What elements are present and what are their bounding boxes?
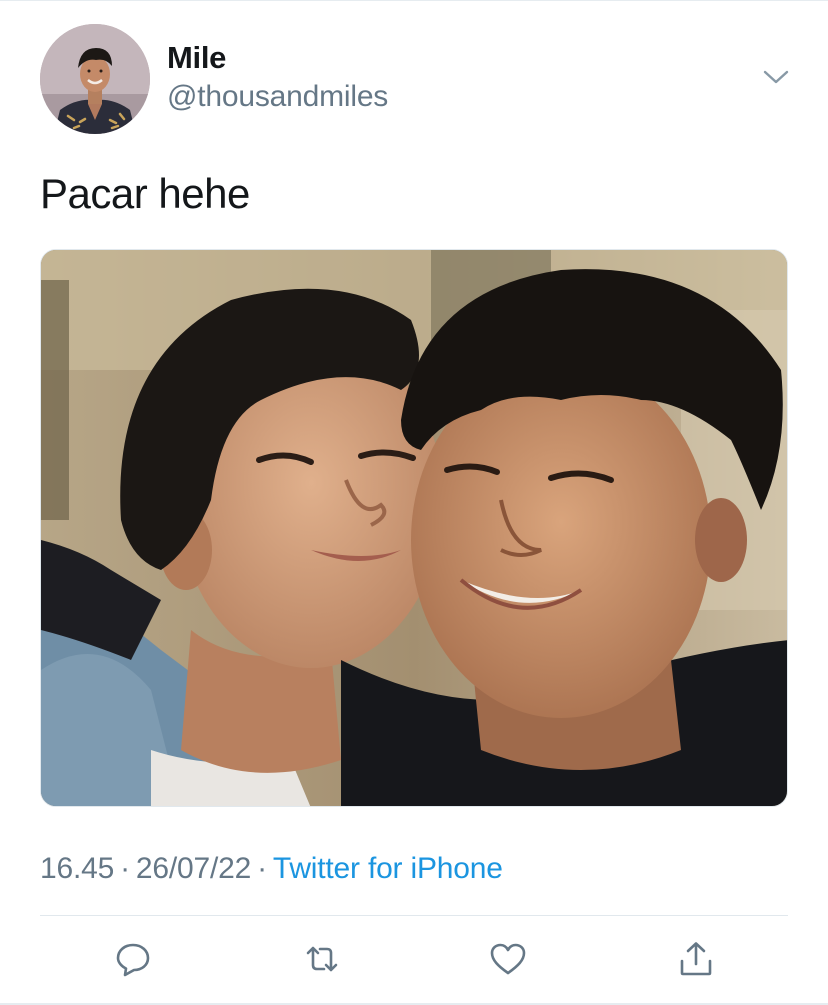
share-icon[interactable] bbox=[676, 939, 716, 979]
tweet-text: Pacar hehe bbox=[40, 170, 250, 217]
tweet-date: 26/07/22 bbox=[135, 852, 252, 885]
author-handle[interactable]: @thousandmiles bbox=[167, 80, 388, 114]
author-display-name[interactable]: Mile bbox=[167, 40, 226, 76]
tweet-actions-bar bbox=[0, 933, 828, 985]
chevron-down-icon[interactable] bbox=[762, 66, 790, 88]
like-icon[interactable] bbox=[488, 939, 528, 979]
tweet-source-link[interactable]: Twitter for iPhone bbox=[273, 852, 503, 885]
meta-separator: · bbox=[257, 852, 267, 885]
top-divider bbox=[0, 0, 828, 1]
actions-divider bbox=[40, 915, 788, 916]
tweet-metadata: 16.45 · 26/07/22 · Twitter for iPhone bbox=[40, 852, 503, 886]
tweet-time: 16.45 bbox=[40, 852, 115, 885]
meta-separator: · bbox=[120, 852, 130, 885]
retweet-icon[interactable] bbox=[302, 939, 342, 979]
tweet-detail: Mile @thousandmiles Pacar hehe 16.45 · 2… bbox=[0, 0, 828, 1005]
tweet-photo[interactable] bbox=[40, 249, 788, 807]
avatar[interactable] bbox=[40, 24, 150, 134]
reply-icon[interactable] bbox=[113, 939, 153, 979]
